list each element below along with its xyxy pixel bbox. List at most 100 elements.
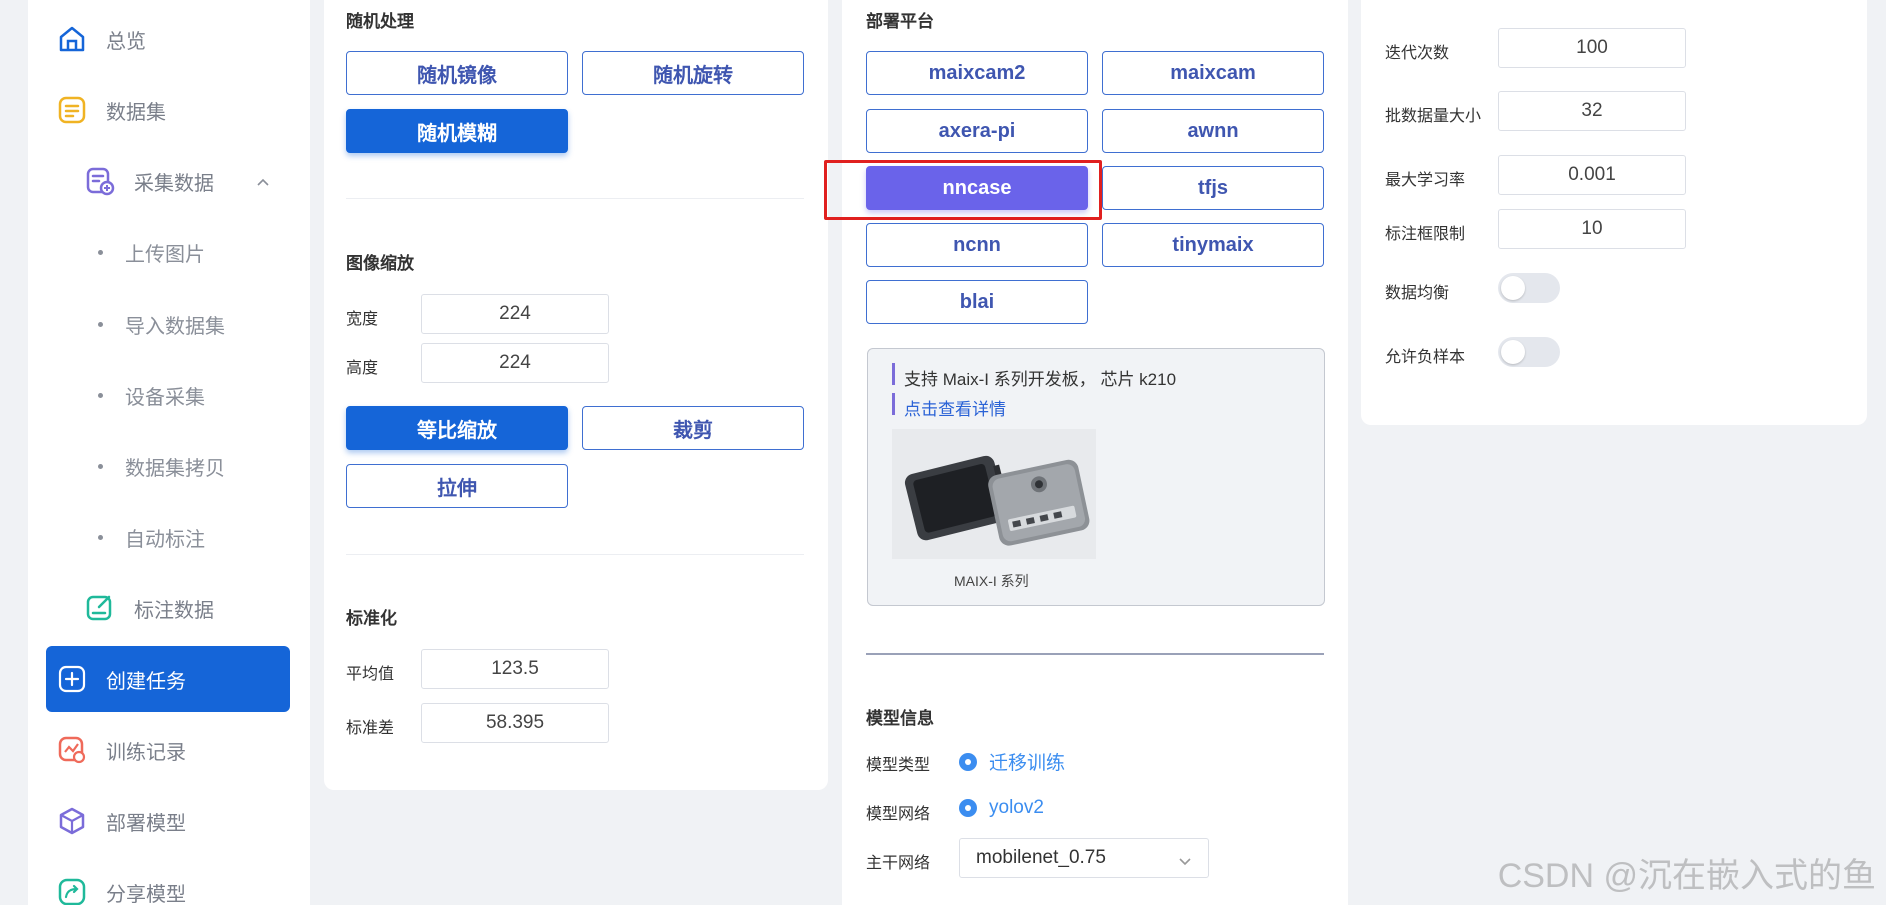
model-network-radio[interactable]: yolov2 [959, 797, 1044, 819]
random-rotate-button[interactable]: 随机旋转 [582, 51, 804, 95]
nav-label-data-label: 标注数据 [134, 599, 214, 622]
nav-dataset-copy-label: 数据集拷贝 [125, 457, 225, 480]
model-type-label: 模型类型 [866, 757, 931, 774]
nav-deploy-model-label: 部署模型 [106, 812, 186, 835]
backbone-label: 主干网络 [866, 855, 931, 872]
platform-tinymaix-button[interactable]: tinymaix [1102, 223, 1324, 267]
nav-upload-images[interactable]: 上传图片 [98, 232, 205, 272]
accent-bar [892, 393, 895, 415]
radio-checked-icon [959, 799, 977, 817]
nav-training-records-label: 训练记录 [106, 741, 186, 764]
bullet-icon [98, 463, 103, 469]
collect-data-icon [84, 165, 116, 197]
nav-upload-images-label: 上传图片 [125, 243, 205, 266]
share-icon [56, 876, 88, 905]
home-icon [56, 23, 88, 55]
bullet-icon [98, 321, 103, 327]
nav-share-model[interactable]: 分享模型 [46, 859, 290, 905]
nav-training-records[interactable]: 训练记录 [46, 717, 290, 783]
accent-bar [892, 363, 895, 385]
normalize-title: 标准化 [346, 609, 397, 628]
platform-details-link[interactable]: 点击查看详情 [904, 395, 1006, 420]
backbone-select[interactable]: mobilenet_0.75 [959, 838, 1209, 878]
chevron-up-icon[interactable] [256, 170, 270, 193]
random-mirror-button[interactable]: 随机镜像 [346, 51, 568, 95]
plus-square-icon [56, 663, 88, 695]
nav-import-dataset[interactable]: 导入数据集 [98, 304, 225, 344]
nav-auto-label-label: 自动标注 [125, 528, 205, 551]
nav-dataset-copy[interactable]: 数据集拷贝 [98, 446, 225, 486]
document-icon [56, 94, 88, 126]
device-caption: MAIX-I 系列 [954, 573, 1029, 589]
nav-share-model-label: 分享模型 [106, 883, 186, 905]
radio-checked-icon [959, 752, 977, 771]
nav-dataset[interactable]: 数据集 [46, 77, 290, 143]
bullet-icon [98, 249, 103, 255]
stretch-button[interactable]: 拉伸 [346, 464, 568, 508]
std-input[interactable]: 58.395 [421, 703, 609, 743]
deploy-title: 部署平台 [866, 12, 934, 31]
platform-axera-pi-button[interactable]: axera-pi [866, 109, 1088, 153]
box-limit-input[interactable]: 10 [1498, 209, 1686, 249]
batch-size-label: 批数据量大小 [1385, 108, 1482, 125]
epochs-input[interactable]: 100 [1498, 28, 1686, 68]
random-blur-button[interactable]: 随机模糊 [346, 109, 568, 153]
nav-label-data[interactable]: 标注数据 [72, 575, 290, 641]
nav-auto-label[interactable]: 自动标注 [98, 517, 205, 557]
nav-overview[interactable]: 总览 [46, 6, 290, 72]
batch-size-input[interactable]: 32 [1498, 91, 1686, 131]
negative-samples-toggle[interactable] [1498, 337, 1560, 367]
epochs-label: 迭代次数 [1385, 45, 1450, 62]
nav-create-task[interactable]: 创建任务 [46, 646, 290, 712]
chevron-down-icon [1178, 851, 1192, 873]
model-type-radio[interactable]: 迁移训练 [959, 748, 1065, 775]
bullet-icon [98, 392, 103, 398]
platform-awnn-button[interactable]: awnn [1102, 109, 1324, 153]
width-label: 宽度 [346, 311, 379, 328]
model-info-title: 模型信息 [866, 709, 934, 728]
platform-maixcam-button[interactable]: maixcam [1102, 51, 1324, 95]
platform-maixcam2-button[interactable]: maixcam2 [866, 51, 1088, 95]
divider [866, 653, 1324, 655]
watermark: CSDN @沉在嵌入式的鱼 [1497, 857, 1876, 895]
chart-record-icon [56, 734, 88, 766]
platform-ncnn-button[interactable]: ncnn [866, 223, 1088, 267]
resize-title: 图像缩放 [346, 254, 414, 273]
maix-device-image [892, 429, 1096, 559]
learning-rate-label: 最大学习率 [1385, 172, 1466, 189]
augment-title: 随机处理 [346, 12, 414, 31]
negative-samples-label: 允许负样本 [1385, 349, 1466, 366]
platform-blai-button[interactable]: blai [866, 280, 1088, 324]
nav-device-collect-label: 设备采集 [125, 386, 205, 409]
cube-icon [56, 805, 88, 837]
crop-button[interactable]: 裁剪 [582, 406, 804, 450]
std-label: 标准差 [346, 720, 395, 737]
platform-info-text: 支持 Maix-I 系列开发板， 芯片 k210 [904, 370, 1177, 389]
nav-collect[interactable]: 采集数据 [72, 148, 290, 214]
nav-collect-label: 采集数据 [134, 172, 214, 195]
model-network-value: yolov2 [989, 797, 1044, 818]
divider [346, 198, 804, 199]
model-type-value: 迁移训练 [989, 753, 1066, 774]
proportional-scale-button[interactable]: 等比缩放 [346, 406, 568, 450]
height-input[interactable]: 224 [421, 343, 609, 383]
platform-tfjs-button[interactable]: tfjs [1102, 166, 1324, 210]
box-limit-label: 标注框限制 [1385, 226, 1466, 243]
selection-highlight [824, 160, 1102, 220]
data-balance-label: 数据均衡 [1385, 285, 1450, 302]
mean-input[interactable]: 123.5 [421, 649, 609, 689]
learning-rate-input[interactable]: 0.001 [1498, 155, 1686, 195]
data-balance-toggle[interactable] [1498, 273, 1560, 303]
nav-import-dataset-label: 导入数据集 [125, 315, 225, 338]
nav-device-collect[interactable]: 设备采集 [98, 375, 205, 415]
nav-overview-label: 总览 [106, 30, 146, 53]
model-network-label: 模型网络 [866, 806, 931, 823]
nav-dataset-label: 数据集 [106, 101, 166, 124]
backbone-select-value: mobilenet_0.75 [976, 847, 1106, 868]
divider [346, 554, 804, 555]
bullet-icon [98, 534, 103, 540]
nav-deploy-model[interactable]: 部署模型 [46, 788, 290, 854]
width-input[interactable]: 224 [421, 294, 609, 334]
mean-label: 平均值 [346, 666, 395, 683]
nav-create-task-label: 创建任务 [106, 670, 186, 693]
